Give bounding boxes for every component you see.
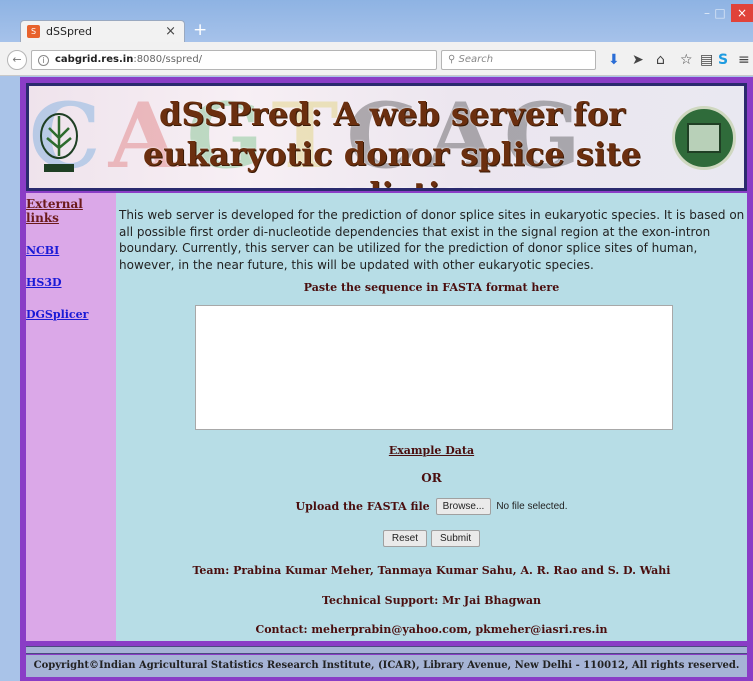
send-icon[interactable]: ➤ — [632, 52, 644, 68]
iasri-logo — [672, 106, 736, 170]
sidebar-heading: External links — [26, 197, 83, 225]
paste-sequence-label: Paste the sequence in FASTA format here — [303, 281, 560, 294]
new-tab-button[interactable]: + — [193, 20, 207, 40]
file-status: No file selected. — [496, 501, 568, 512]
form-buttons: Reset Submit — [116, 530, 747, 547]
close-window-button[interactable]: × — [731, 4, 753, 22]
close-tab-icon[interactable]: × — [165, 24, 176, 39]
sequence-input[interactable] — [195, 305, 673, 430]
main-content: This web server is developed for the pre… — [116, 193, 747, 641]
download-icon[interactable]: ⬇ — [608, 52, 620, 68]
intro-text: This web server is developed for the pre… — [119, 208, 745, 272]
browser-tab[interactable]: S dSSpred × — [20, 20, 185, 42]
search-input[interactable]: ⚲ Search — [441, 50, 596, 70]
contact-text: Contact: meherprabin@yahoo.com, pkmeher@… — [255, 623, 608, 636]
browse-button[interactable]: Browse... — [435, 498, 492, 515]
favicon-icon: S — [27, 25, 40, 38]
browser-window: S dSSpred × + – □ × ← i cabgrid.res.in :… — [0, 0, 753, 681]
navigation-bar: ← i cabgrid.res.in :8080/sspred/ ↻ ⚲ Sea… — [0, 42, 753, 76]
back-button[interactable]: ← — [7, 50, 27, 70]
icar-logo — [34, 108, 84, 178]
support-text: Technical Support: Mr Jai Bhagwan — [322, 594, 541, 607]
footer-separator — [26, 646, 747, 654]
footer-copyright: Copyright©Indian Agricultural Statistics… — [26, 655, 747, 677]
banner-title: dSSPred: A web server for eukaryotic don… — [142, 95, 642, 188]
menu-icon[interactable]: ≡ — [738, 52, 750, 68]
tab-title: dSSpred — [46, 25, 92, 38]
sidebar-link-dgsplicer[interactable]: DGSplicer — [26, 308, 116, 321]
site-banner: CAGTCAG dSSPred: A web server for eukary… — [26, 83, 747, 191]
upload-label: Upload the FASTA file — [295, 500, 430, 513]
sidebar-link-hs3d[interactable]: HS3D — [26, 276, 116, 289]
skype-icon[interactable]: S — [718, 52, 728, 68]
reset-button[interactable]: Reset — [382, 530, 427, 547]
url-path: :8080/sspred/ — [133, 54, 203, 65]
page-content: CAGTCAG dSSPred: A web server for eukary… — [20, 77, 753, 681]
home-icon[interactable]: ⌂ — [656, 52, 665, 68]
bookmark-star-icon[interactable]: ☆ — [680, 52, 693, 68]
search-placeholder: Search — [458, 54, 494, 65]
sidebar: External links NCBI HS3D DGSplicer — [26, 193, 116, 641]
submit-button[interactable]: Submit — [431, 530, 481, 547]
reader-icon[interactable]: ▤ — [700, 52, 713, 68]
upload-row: Upload the FASTA file Browse... No file … — [116, 498, 747, 515]
address-bar[interactable]: i cabgrid.res.in :8080/sspred/ ↻ — [31, 50, 456, 70]
search-icon: ⚲ — [448, 54, 456, 65]
sidebar-link-ncbi[interactable]: NCBI — [26, 244, 116, 257]
info-icon[interactable]: i — [38, 54, 49, 66]
url-host: cabgrid.res.in — [55, 54, 134, 65]
example-data-link[interactable]: Example Data — [116, 444, 747, 457]
tab-bar: S dSSpred × + – □ × — [0, 0, 753, 42]
maximize-button[interactable]: □ — [712, 4, 728, 22]
or-label: OR — [421, 471, 442, 485]
team-text: Team: Prabina Kumar Meher, Tanmaya Kumar… — [192, 564, 671, 577]
